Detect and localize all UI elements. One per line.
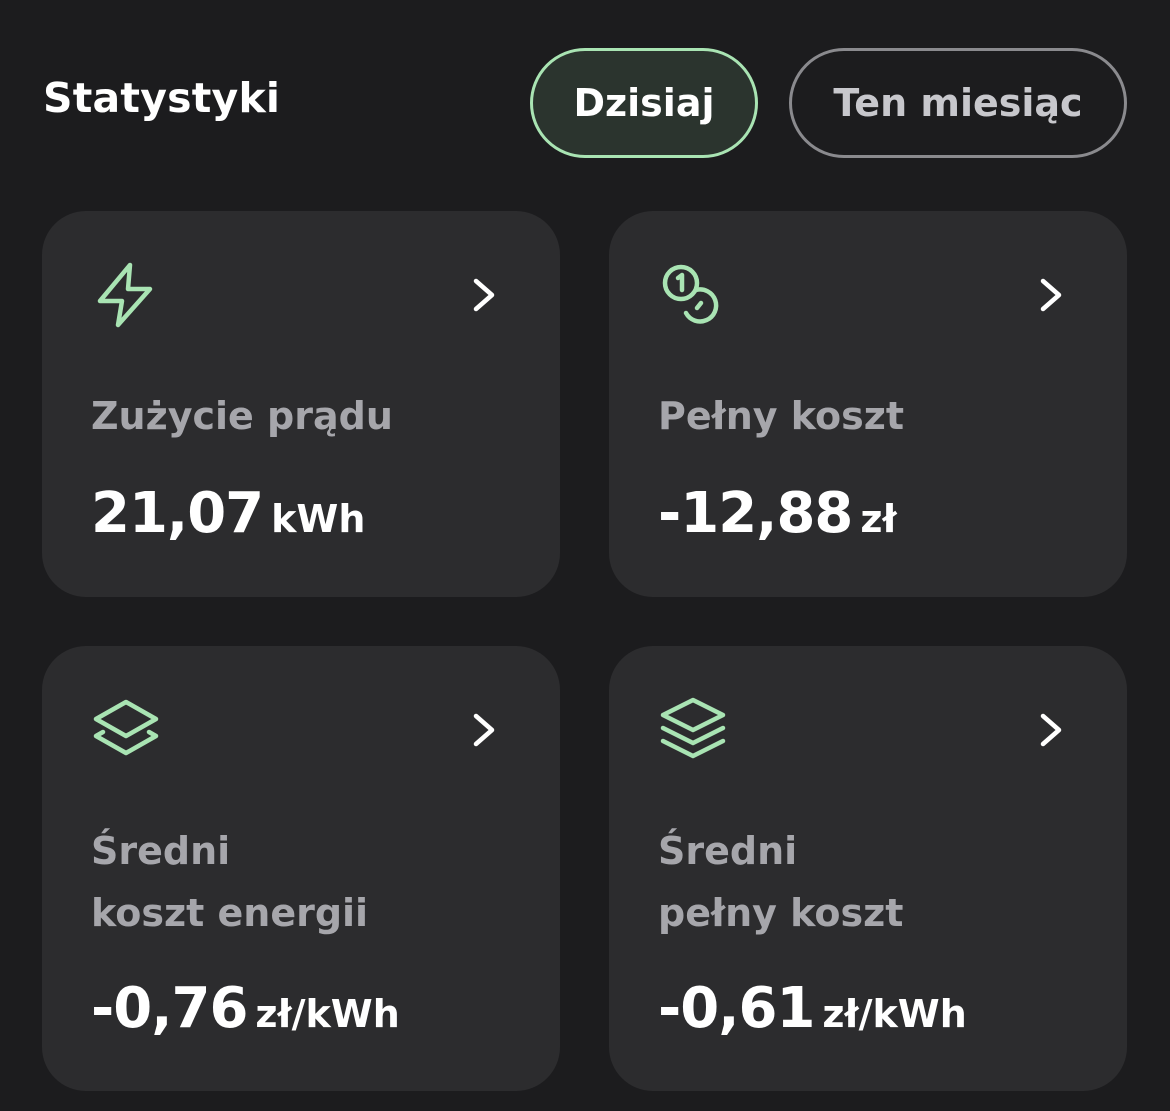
coins-icon [662,264,719,324]
card-label-line: Średni [91,829,231,873]
card-label-line: Średni [658,829,798,873]
chevron-right-icon [473,278,495,312]
card-avg-full-cost[interactable]: Średni pełny koszt -0,61 zł/kWh [609,646,1127,1091]
tab-today-label: Dzisiaj [573,81,715,125]
tab-this-month-label: Ten miesiąc [833,81,1083,125]
card-value-number: -0,61 [658,976,815,1041]
card-value-unit: kWh [271,497,366,541]
card-label: Pełny koszt [658,385,904,447]
chevron-right-icon [1040,278,1062,312]
card-value: 21,07 kWh [91,481,365,546]
stack-icon [660,697,726,759]
card-label: Zużycie prądu [91,385,393,447]
card-full-cost[interactable]: Pełny koszt -12,88 zł [609,211,1127,597]
card-label-line: Zużycie prądu [91,394,393,438]
lightning-icon [97,262,153,328]
layers-icon [93,699,159,756]
card-value-unit: zł/kWh [255,992,400,1036]
card-label-line: koszt energii [91,891,369,935]
tab-today[interactable]: Dzisiaj [530,48,758,158]
card-value-unit: zł [860,497,897,541]
stats-header: Statystyki Dzisiaj Ten miesiąc [0,0,1170,200]
card-value: -12,88 zł [658,481,897,546]
card-value: -0,76 zł/kWh [91,976,400,1041]
card-power-usage[interactable]: Zużycie prądu 21,07 kWh [42,211,560,597]
card-value-number: 21,07 [91,481,264,546]
card-value-number: -12,88 [658,481,853,546]
card-label-line: Pełny koszt [658,394,905,438]
tab-this-month[interactable]: Ten miesiąc [789,48,1127,158]
card-value-number: -0,76 [91,976,248,1041]
chevron-right-icon [473,713,495,747]
card-avg-energy-cost[interactable]: Średni koszt energii -0,76 zł/kWh [42,646,560,1091]
card-label: Średni koszt energii [91,820,368,944]
card-label-line: pełny koszt [658,891,904,935]
chevron-right-icon [1040,713,1062,747]
card-value: -0,61 zł/kWh [658,976,967,1041]
page-title: Statystyki [43,74,281,122]
card-value-unit: zł/kWh [822,992,967,1036]
card-label: Średni pełny koszt [658,820,903,944]
